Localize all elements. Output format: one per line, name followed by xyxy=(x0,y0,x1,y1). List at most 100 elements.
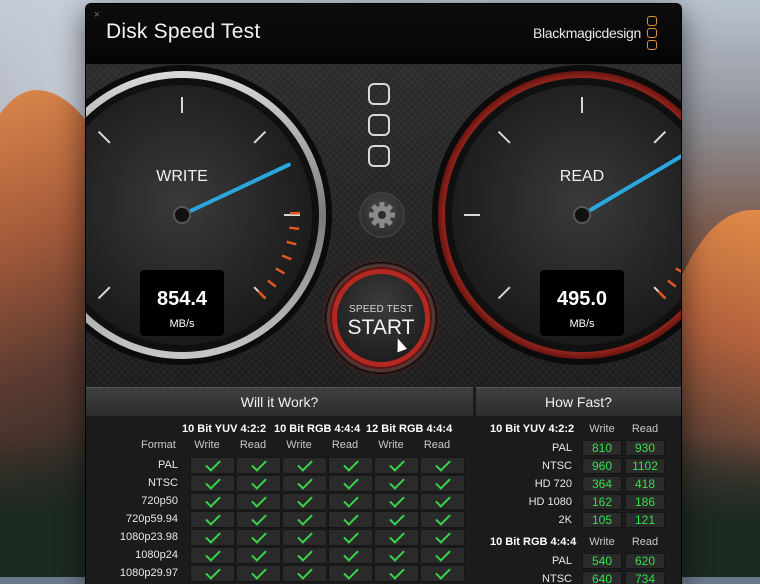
checkmark-icon xyxy=(343,492,359,508)
checkmark-icon xyxy=(297,510,313,526)
write-value: 854.4 xyxy=(157,288,208,310)
brand-logo-text: Blackmagicdesign xyxy=(533,25,641,41)
fast-column-header: Write xyxy=(582,536,622,548)
checkmark-icon xyxy=(389,528,405,544)
will-cell xyxy=(236,457,281,474)
will-cell xyxy=(420,529,465,546)
gauge-area: WRITE 854.4 MB/s READ 495.0 xyxy=(86,65,681,387)
checkmark-icon xyxy=(435,564,451,580)
fast-row-label: NTSC xyxy=(512,460,572,472)
fast-read-value: 121 xyxy=(625,512,665,528)
write-unit: MB/s xyxy=(169,318,195,330)
will-cell xyxy=(236,475,281,492)
layout-toggle-icon[interactable] xyxy=(368,83,394,176)
checkmark-icon xyxy=(435,474,451,490)
will-group-title: 12 Bit RGB 4:4:4 xyxy=(366,423,452,435)
settings-button[interactable] xyxy=(359,192,405,238)
fast-row-label: PAL xyxy=(512,555,572,567)
checkmark-icon xyxy=(343,546,359,562)
checkmark-icon xyxy=(297,492,313,508)
will-cell xyxy=(282,547,327,564)
fast-row-label: HD 1080 xyxy=(512,496,572,508)
read-value: 495.0 xyxy=(557,288,607,310)
will-column-header: Write xyxy=(276,439,322,451)
will-cell xyxy=(236,511,281,528)
will-group-title: 10 Bit RGB 4:4:4 xyxy=(274,423,360,435)
fast-row-label: HD 720 xyxy=(512,478,572,490)
will-cell xyxy=(282,565,327,582)
will-row-label: 720p59.94 xyxy=(98,513,178,525)
will-cell xyxy=(282,457,327,474)
checkmark-icon xyxy=(297,456,313,472)
read-needle-hub xyxy=(574,207,590,223)
will-column-header: Read xyxy=(414,439,460,451)
checkmark-icon xyxy=(205,564,221,580)
checkmark-icon xyxy=(297,564,313,580)
will-column-header: Write xyxy=(184,439,230,451)
will-cell xyxy=(236,565,281,582)
fast-read-value: 734 xyxy=(625,571,665,584)
start-button[interactable]: SPEED TEST START xyxy=(326,263,436,373)
checkmark-icon xyxy=(343,510,359,526)
fast-column-header: Write xyxy=(582,423,622,435)
checkmark-icon xyxy=(343,456,359,472)
will-cell xyxy=(328,529,373,546)
title-bar: × Disk Speed Test Blackmagicdesign xyxy=(86,4,681,65)
start-button-face[interactable]: SPEED TEST START xyxy=(337,274,425,362)
will-cell xyxy=(236,529,281,546)
will-column-header: Read xyxy=(230,439,276,451)
will-cell xyxy=(374,457,419,474)
will-cell xyxy=(282,493,327,510)
fast-read-value: 418 xyxy=(625,476,665,492)
checkmark-icon xyxy=(297,546,313,562)
checkmark-icon xyxy=(205,492,221,508)
results-panels: Will it Work? How Fast? 10 Bit YUV 4:2:2… xyxy=(86,387,681,584)
checkmark-icon xyxy=(251,528,267,544)
will-cell xyxy=(190,475,235,492)
will-row-label: 1080p29.97 xyxy=(98,567,178,579)
will-row-label: 1080p23.98 xyxy=(98,531,178,543)
will-cell xyxy=(374,529,419,546)
checkmark-icon xyxy=(389,546,405,562)
gauge-redline-tick xyxy=(289,228,299,229)
will-cell xyxy=(190,457,235,474)
app-window: × Disk Speed Test Blackmagicdesign WRITE… xyxy=(86,4,681,584)
will-column-header: Read xyxy=(322,439,368,451)
checkmark-icon xyxy=(251,510,267,526)
fast-read-value: 186 xyxy=(625,494,665,510)
write-gauge-label: WRITE xyxy=(156,168,208,185)
write-needle-hub xyxy=(174,207,190,223)
will-cell xyxy=(236,547,281,564)
will-cell xyxy=(190,493,235,510)
checkmark-icon xyxy=(343,474,359,490)
start-button-caption: SPEED TEST xyxy=(337,304,425,315)
fast-read-value: 620 xyxy=(625,553,665,569)
will-cell xyxy=(420,565,465,582)
gear-icon xyxy=(361,194,403,236)
will-row-label: 720p50 xyxy=(98,495,178,507)
will-cell xyxy=(282,529,327,546)
fast-write-value: 640 xyxy=(582,571,622,584)
checkmark-icon xyxy=(205,510,221,526)
fast-column-header: Read xyxy=(625,536,665,548)
checkmark-icon xyxy=(435,492,451,508)
will-column-header: Write xyxy=(368,439,414,451)
brand-logo-icon xyxy=(647,16,659,52)
fast-write-value: 105 xyxy=(582,512,622,528)
will-group-title: 10 Bit YUV 4:2:2 xyxy=(182,423,266,435)
will-cell xyxy=(420,457,465,474)
fast-write-value: 810 xyxy=(582,440,622,456)
will-row-label: 1080p24 xyxy=(98,549,178,561)
close-button[interactable]: × xyxy=(92,10,102,20)
will-cell xyxy=(328,493,373,510)
checkmark-icon xyxy=(251,492,267,508)
checkmark-icon xyxy=(251,456,267,472)
will-cell xyxy=(328,565,373,582)
start-button-label: START xyxy=(337,316,425,340)
checkmark-icon xyxy=(205,474,221,490)
fast-row-label: 2K xyxy=(512,514,572,526)
will-cell xyxy=(374,565,419,582)
will-row-label: PAL xyxy=(98,459,178,471)
checkmark-icon xyxy=(389,510,405,526)
will-cell xyxy=(190,511,235,528)
